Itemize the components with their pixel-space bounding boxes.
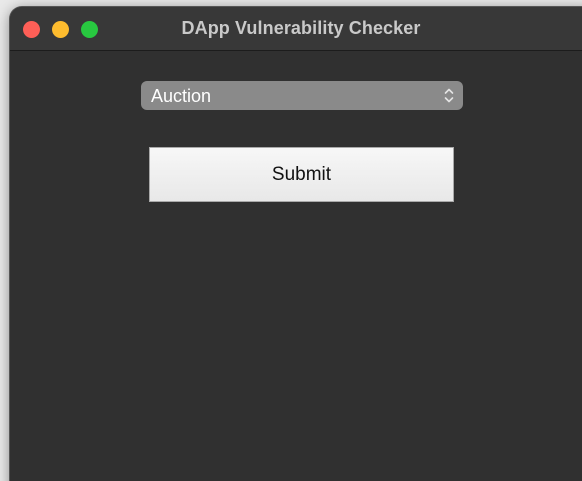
- app-window: DApp Vulnerability Checker Auction Submi…: [10, 7, 582, 481]
- contract-type-select[interactable]: Auction: [141, 81, 463, 110]
- chevron-up-down-icon: [443, 87, 455, 104]
- submit-button[interactable]: Submit: [149, 147, 454, 202]
- desktop-background: DApp Vulnerability Checker Auction Submi…: [0, 0, 582, 481]
- window-title: DApp Vulnerability Checker: [181, 18, 421, 38]
- contract-type-selected-value: Auction: [151, 86, 212, 106]
- title-bar[interactable]: DApp Vulnerability Checker: [10, 7, 582, 51]
